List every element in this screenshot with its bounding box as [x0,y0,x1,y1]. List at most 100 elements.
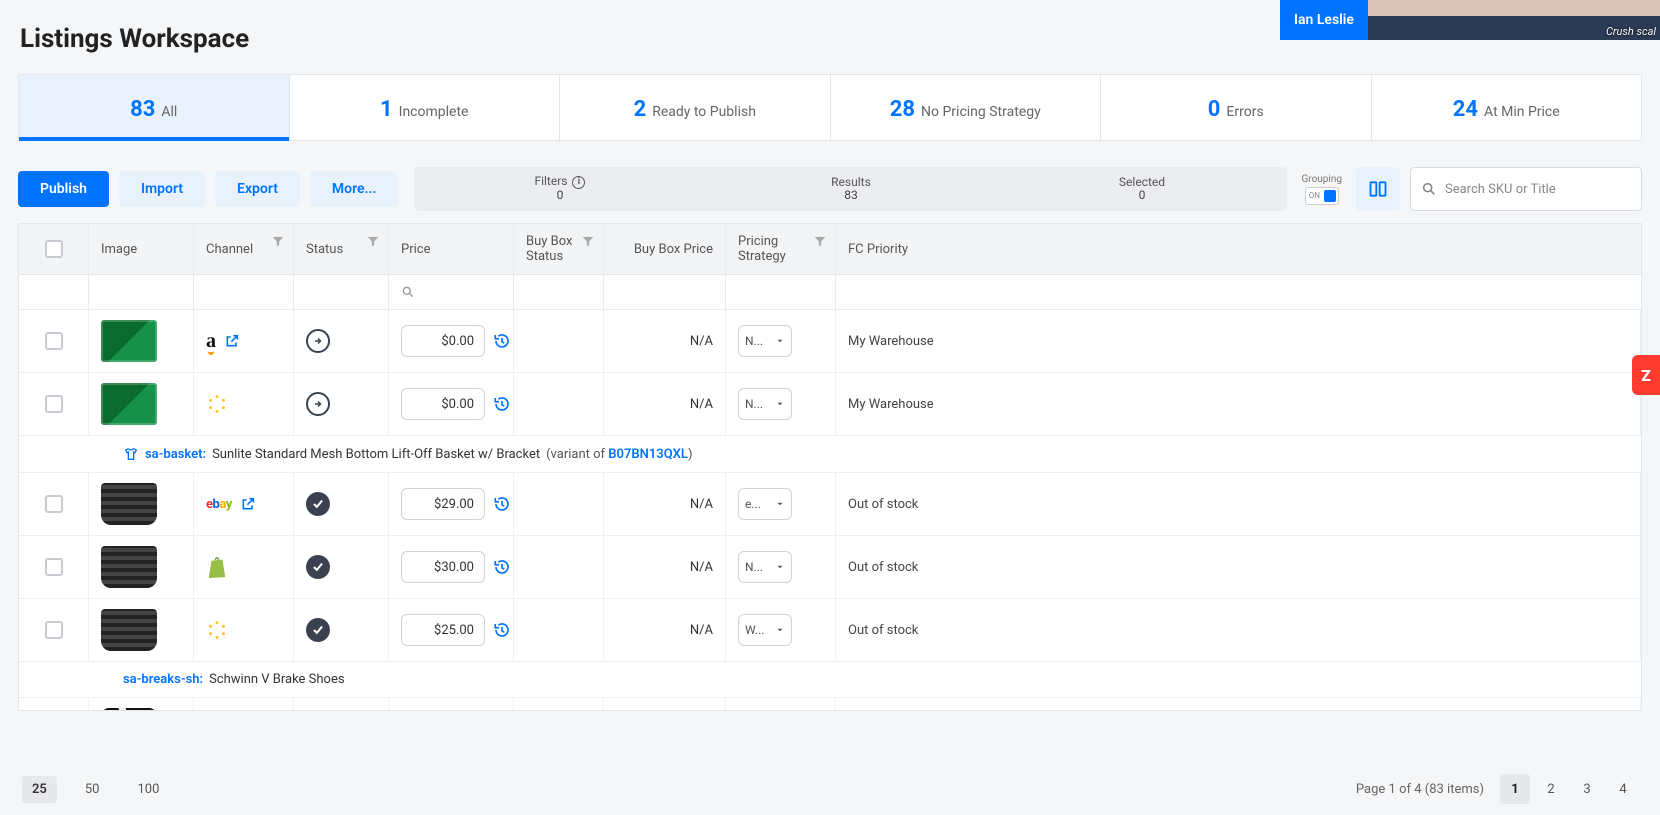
product-thumb[interactable] [101,483,157,525]
side-help-tab[interactable]: Z [1632,355,1660,395]
price-history-icon[interactable] [493,332,511,350]
status-complete-icon [306,618,330,642]
price-input[interactable] [401,551,485,583]
import-button[interactable]: Import [119,171,205,207]
status-tabs: 83All1Incomplete2Ready to Publish28No Pr… [18,74,1642,141]
product-type-icon [123,446,139,462]
buybox-price-value: N/A [690,334,713,349]
product-thumb[interactable] [101,708,157,710]
search-input[interactable] [1445,182,1631,197]
fc-priority-value: Out of stock [848,560,918,575]
summary-selected: Selected 0 [996,167,1287,211]
pricing-strategy-select[interactable]: e... [738,488,792,520]
col-image[interactable]: Image [89,224,194,274]
price-history-icon[interactable] [493,495,511,513]
filter-icon[interactable] [366,234,380,248]
tab-at-min-price[interactable]: 24At Min Price [1372,75,1642,140]
product-group-header[interactable]: sa-breaks-sh:Schwinn V Brake Shoes [19,662,1641,698]
buybox-price-value: N/A [690,560,713,575]
video-badge: Crush scal [1606,25,1656,38]
status-pending-icon [306,329,330,353]
col-buybox-price[interactable]: Buy Box Price [604,224,726,274]
listing-row: N/A N... Out of stock [19,536,1641,599]
pricing-strategy-select[interactable]: N... [738,388,792,420]
col-price[interactable]: Price [389,224,514,274]
col-status[interactable]: Status [294,224,389,274]
tab-no-pricing-strategy[interactable]: 28No Pricing Strategy [831,75,1102,140]
col-channel[interactable]: Channel [194,224,294,274]
page-3[interactable]: 3 [1572,774,1602,804]
col-fc-priority[interactable]: FC Priority [836,224,1641,274]
tab-all[interactable]: 83All [19,75,290,140]
tab-errors[interactable]: 0Errors [1101,75,1372,140]
row-checkbox[interactable] [45,558,63,576]
more-button[interactable]: More... [310,171,399,207]
summary-filters[interactable]: Filters i 0 [414,167,705,211]
product-thumb[interactable] [101,320,157,362]
columns-icon-button[interactable] [1356,167,1400,211]
row-checkbox[interactable] [45,332,63,350]
walmart-icon [206,619,228,641]
chevron-down-icon [775,336,785,346]
page-size-25[interactable]: 25 [22,776,57,803]
page-size-50[interactable]: 50 [75,776,110,803]
price-input[interactable] [401,325,485,357]
select-all-checkbox[interactable] [45,240,63,258]
row-checkbox[interactable] [45,395,63,413]
filter-icon[interactable] [813,234,827,248]
pricing-strategy-select[interactable]: N... [738,325,792,357]
col-pricing-strategy[interactable]: Pricing Strategy [726,224,836,274]
buybox-price-value: N/A [690,623,713,638]
export-button[interactable]: Export [215,171,300,207]
listing-row: aN/AN...My Warehouse [19,310,1641,373]
tab-incomplete[interactable]: 1Incomplete [290,75,561,140]
page-1[interactable]: 1 [1500,774,1530,804]
page-size-100[interactable]: 100 [127,776,169,803]
grouping-toggle[interactable]: Grouping ON [1297,174,1346,205]
product-thumb[interactable] [101,383,157,425]
filter-icon[interactable] [581,234,595,248]
filter-icon[interactable] [271,234,285,248]
chevron-down-icon [775,562,785,572]
page-numbers: 1234 [1500,774,1638,804]
price-input[interactable] [401,614,485,646]
table-header: Image Channel Status Price Buy Box Statu… [19,224,1641,275]
page-4[interactable]: 4 [1608,774,1638,804]
listing-row: ebayN/Ae...Out of stock [19,473,1641,536]
price-search-icon[interactable] [401,285,415,299]
listing-row: N/AW...Out of stock [19,599,1641,662]
external-link-icon[interactable] [224,333,240,349]
price-input[interactable] [401,388,485,420]
listing-row: N/AN...My Warehouse [19,373,1641,436]
product-thumb[interactable] [101,546,157,588]
price-input[interactable] [401,488,485,520]
search-box[interactable] [1410,167,1642,211]
pricing-strategy-select[interactable]: N... [738,551,792,583]
info-icon: i [572,176,585,189]
page-info: Page 1 of 4 (83 items) [1356,782,1484,797]
ebay-icon: ebay [206,497,232,512]
tab-ready-to-publish[interactable]: 2Ready to Publish [560,75,831,140]
presenter-video-thumb: Crush scal [1368,0,1660,40]
price-history-icon[interactable] [493,558,511,576]
price-history-icon[interactable] [493,621,511,639]
status-complete-icon [306,492,330,516]
row-checkbox[interactable] [45,621,63,639]
price-history-icon[interactable] [493,395,511,413]
pricing-strategy-select[interactable]: W... [738,614,792,646]
col-buybox-status[interactable]: Buy Box Status [514,224,604,274]
chevron-down-icon [775,399,785,409]
chevron-down-icon [775,499,785,509]
video-overlay: Ian Leslie Crush scal [1280,0,1660,40]
walmart-icon [206,393,228,415]
external-link-icon[interactable] [240,496,256,512]
buybox-price-value: N/A [690,397,713,412]
product-group-header[interactable]: sa-basket:Sunlite Standard Mesh Bottom L… [19,436,1641,473]
product-thumb[interactable] [101,609,157,651]
fc-priority-value: Out of stock [848,497,918,512]
row-checkbox[interactable] [45,495,63,513]
page-2[interactable]: 2 [1536,774,1566,804]
publish-button[interactable]: Publish [18,171,109,207]
table-body: aN/AN...My WarehouseN/AN...My Warehouses… [19,310,1641,710]
listings-table: Image Channel Status Price Buy Box Statu… [18,223,1642,711]
